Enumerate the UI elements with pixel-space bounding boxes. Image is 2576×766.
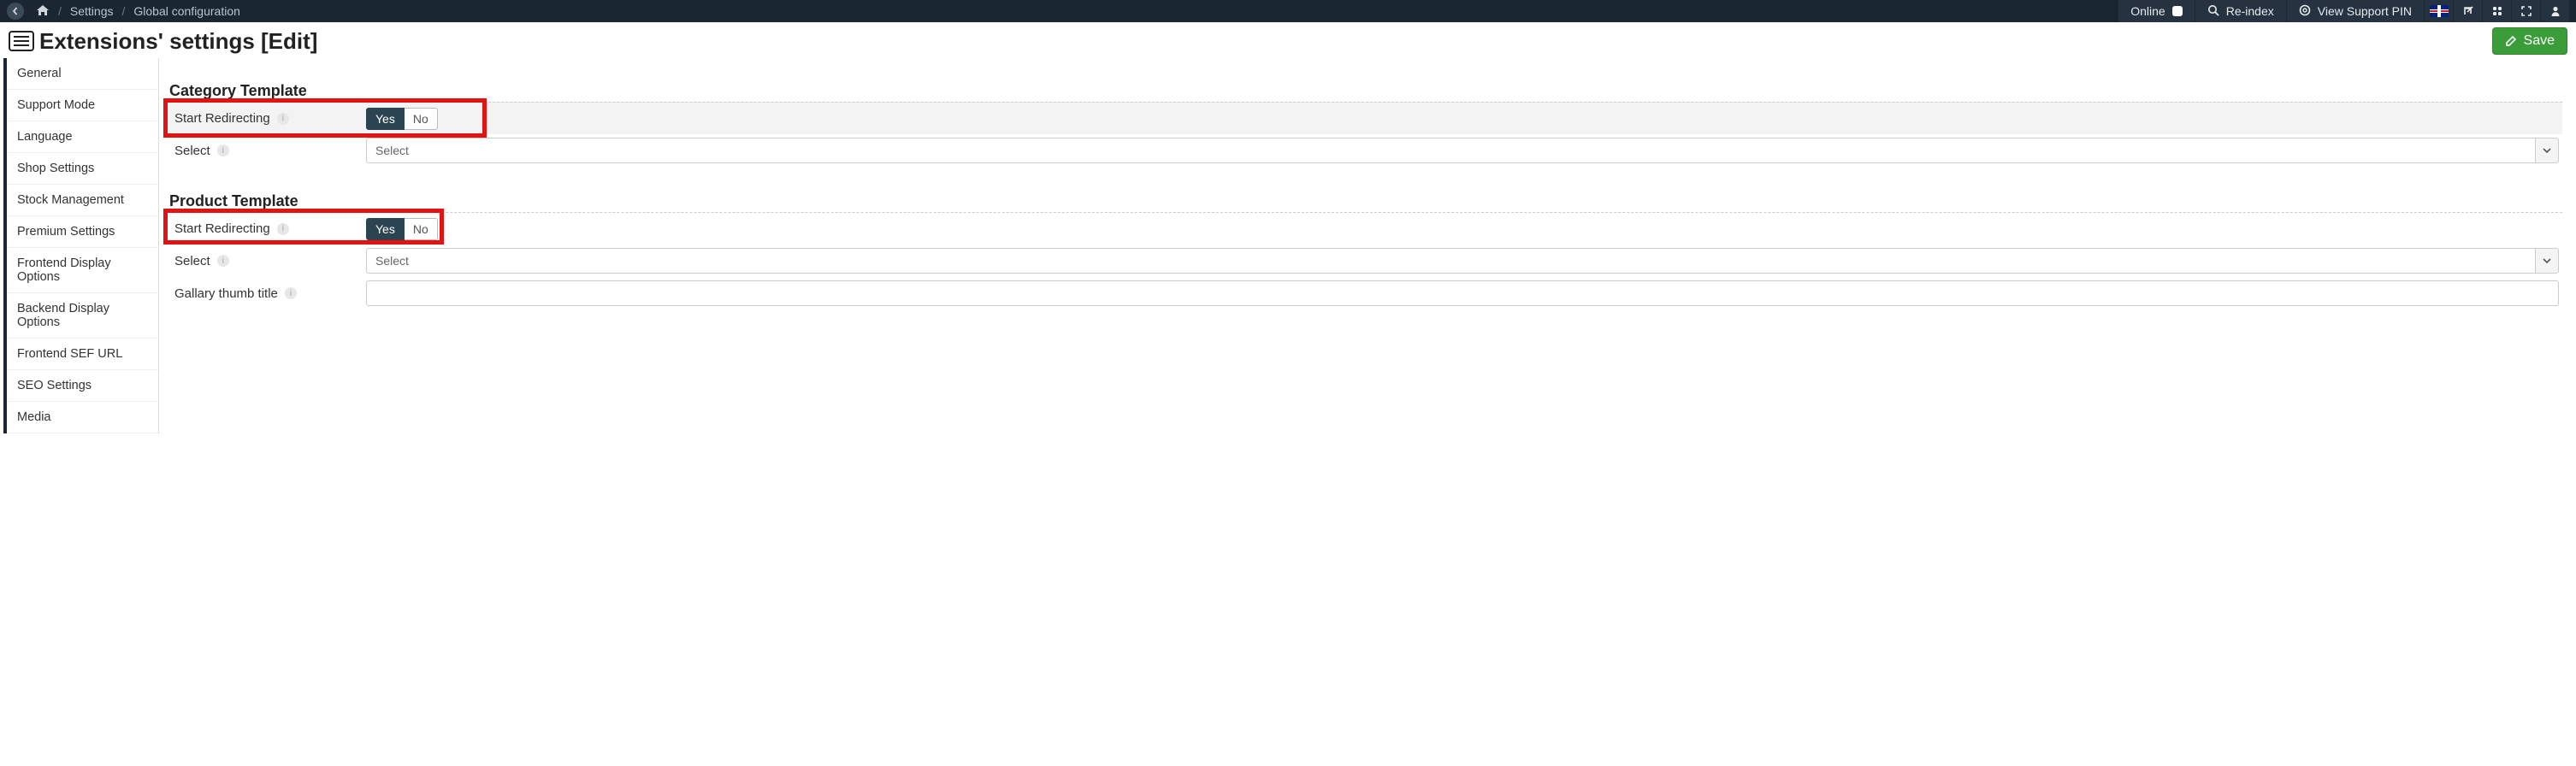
body: General Support Mode Language Shop Setti… [3, 58, 2576, 433]
user-icon [2549, 5, 2561, 17]
flag-uk-icon [2430, 5, 2449, 17]
field-control [366, 248, 2562, 274]
info-icon[interactable]: i [277, 113, 289, 125]
topbar-left: / Settings / Global configuration [7, 3, 2118, 20]
chevron-left-icon [11, 7, 20, 15]
label-text: Select [174, 144, 210, 158]
breadcrumb-sep: / [121, 4, 125, 18]
sidebar-item-media[interactable]: Media [7, 402, 158, 433]
field-label: Start Redirecting i [168, 111, 366, 126]
sidebar-item-shop-settings[interactable]: Shop Settings [7, 153, 158, 185]
topbar-right: Online Re-index View Support PIN [2118, 0, 2569, 22]
label-text: Start Redirecting [174, 221, 270, 236]
view-support-pin-button[interactable]: View Support PIN [2286, 0, 2424, 22]
online-status-icon [2172, 6, 2183, 16]
select-category[interactable] [366, 138, 2559, 163]
reindex-label: Re-index [2226, 4, 2274, 18]
toggle-no[interactable]: No [405, 108, 438, 130]
fullscreen-button[interactable] [2511, 0, 2540, 22]
back-button[interactable] [7, 3, 24, 20]
section-title-product: Product Template [169, 192, 2562, 210]
yes-no-toggle-product-start-redirecting: Yes No [366, 218, 438, 240]
breadcrumb-current: Global configuration [133, 4, 240, 18]
sidebar-item-support-mode[interactable]: Support Mode [7, 90, 158, 121]
label-text: Start Redirecting [174, 111, 270, 126]
joomla-button[interactable] [2482, 0, 2511, 22]
field-row-category-start-redirecting: Start Redirecting i Yes No [168, 102, 2562, 134]
online-button[interactable]: Online [2118, 0, 2194, 22]
select-input[interactable] [366, 248, 2535, 274]
save-label: Save [2524, 33, 2555, 49]
field-label: Gallary thumb title i [168, 286, 366, 301]
field-row-product-start-redirecting: Start Redirecting i Yes No [168, 212, 2562, 245]
info-icon[interactable]: i [285, 287, 297, 299]
sidebar-item-frontend-display-options[interactable]: Frontend Display Options [7, 248, 158, 293]
sidebar-item-language[interactable]: Language [7, 121, 158, 153]
page-title-wrap: Extensions' settings [Edit] [9, 28, 317, 55]
breadcrumb: / Settings / Global configuration [36, 4, 240, 19]
lifebuoy-icon [2299, 4, 2311, 19]
page-title: Extensions' settings [Edit] [39, 28, 317, 55]
toggle-no[interactable]: No [405, 218, 438, 240]
external-link-button[interactable] [2453, 0, 2482, 22]
yes-no-toggle-category-start-redirecting: Yes No [366, 108, 438, 130]
sidebar: General Support Mode Language Shop Setti… [7, 58, 159, 433]
field-label: Select i [168, 144, 366, 158]
section-title-category: Category Template [169, 82, 2562, 100]
home-icon[interactable] [36, 4, 50, 19]
list-icon [9, 31, 34, 51]
search-icon [2207, 4, 2219, 19]
info-icon[interactable]: i [217, 255, 229, 267]
expand-icon [2520, 5, 2532, 17]
field-control [366, 138, 2562, 163]
user-button[interactable] [2540, 0, 2569, 22]
label-text: Gallary thumb title [174, 286, 278, 301]
sidebar-item-stock-management[interactable]: Stock Management [7, 185, 158, 216]
info-icon[interactable]: i [217, 144, 229, 156]
select-input[interactable] [366, 138, 2535, 163]
main: Category Template Start Redirecting i Ye… [159, 58, 2576, 344]
info-icon[interactable]: i [277, 223, 289, 235]
language-flag-button[interactable] [2424, 0, 2453, 22]
breadcrumb-settings[interactable]: Settings [70, 4, 114, 18]
field-control [366, 280, 2562, 306]
label-text: Select [174, 254, 210, 268]
field-label: Select i [168, 254, 366, 268]
breadcrumb-sep: / [58, 4, 62, 18]
field-control: Yes No [366, 108, 2562, 130]
field-row-category-select: Select i [168, 134, 2562, 167]
reindex-button[interactable]: Re-index [2195, 0, 2286, 22]
sidebar-item-seo-settings[interactable]: SEO Settings [7, 370, 158, 402]
titlebar: Extensions' settings [Edit] Save [0, 22, 2576, 58]
joomla-icon [2491, 5, 2503, 17]
sidebar-item-premium-settings[interactable]: Premium Settings [7, 216, 158, 248]
online-label: Online [2130, 4, 2165, 18]
toggle-yes[interactable]: Yes [366, 218, 405, 240]
sidebar-item-backend-display-options[interactable]: Backend Display Options [7, 293, 158, 339]
select-product[interactable] [366, 248, 2559, 274]
save-button[interactable]: Save [2492, 27, 2567, 55]
field-control: Yes No [366, 218, 2562, 240]
chevron-down-icon[interactable] [2535, 248, 2559, 274]
edit-icon [2505, 35, 2517, 47]
sidebar-item-frontend-sef-url[interactable]: Frontend SEF URL [7, 339, 158, 370]
field-row-gallery-thumb-title: Gallary thumb title i [168, 277, 2562, 309]
field-row-product-select: Select i [168, 245, 2562, 277]
view-pin-label: View Support PIN [2318, 4, 2412, 18]
toggle-yes[interactable]: Yes [366, 108, 405, 130]
field-label: Start Redirecting i [168, 221, 366, 236]
chevron-down-icon[interactable] [2535, 138, 2559, 163]
external-link-icon [2462, 5, 2474, 17]
gallery-thumb-title-input[interactable] [366, 280, 2559, 306]
sidebar-item-general[interactable]: General [7, 58, 158, 90]
topbar: / Settings / Global configuration Online… [0, 0, 2576, 22]
